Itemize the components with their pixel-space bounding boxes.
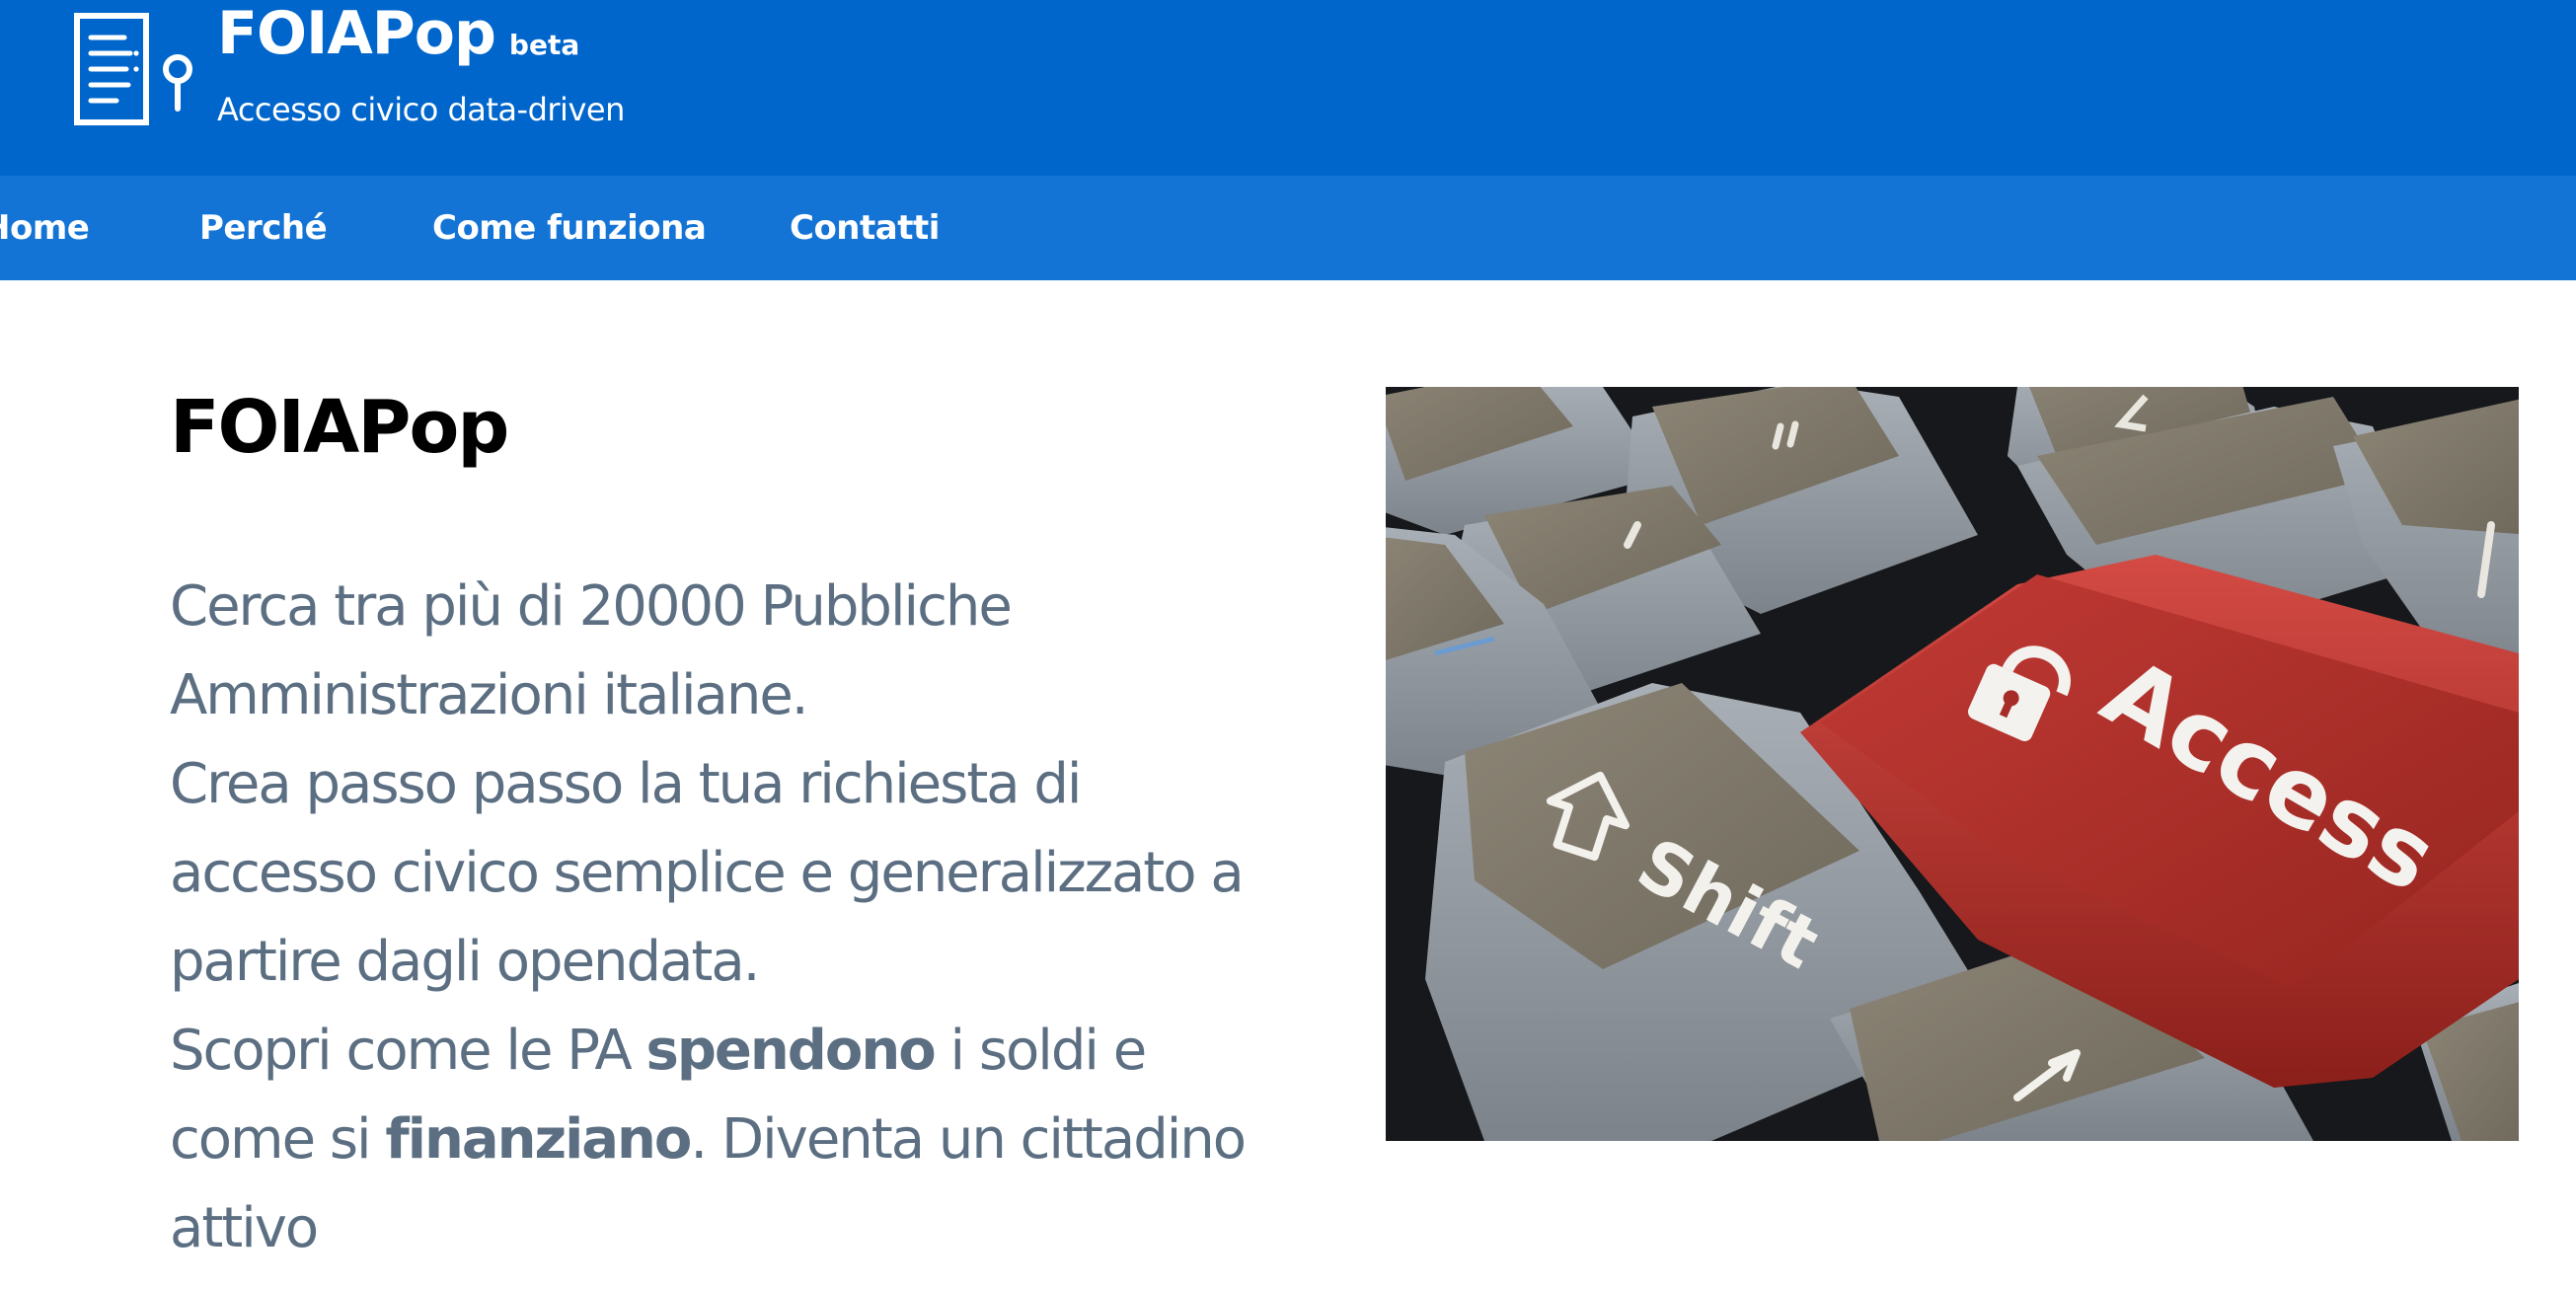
main-nav: Home Perché Come funziona Contatti <box>0 176 2576 280</box>
nav-item-home[interactable]: Home <box>0 176 90 280</box>
brand-name[interactable]: FOIAPop <box>217 4 496 63</box>
page-title: FOIAPop <box>170 385 509 470</box>
nav-item-come-funziona[interactable]: Come funziona <box>432 176 707 280</box>
brand-tagline: Accesso civico data-driven <box>217 91 625 128</box>
keyboard-illustration: Shift Access <box>1386 387 2519 1141</box>
document-search-icon[interactable] <box>69 10 201 128</box>
intro-paragraph-request: Crea passo passo la tua richiesta di acc… <box>170 752 1245 994</box>
beta-badge: beta <box>508 28 580 61</box>
nav-item-contatti[interactable]: Contatti <box>790 176 940 280</box>
intro-paragraph-search: Cerca tra più di 20000 Pubbliche Amminis… <box>170 574 1013 727</box>
emphasis-finanziano: finanziano <box>385 1107 692 1172</box>
hero-image: Shift Access <box>1386 387 2519 1141</box>
intro-text: Cerca tra più di 20000 Pubbliche Amminis… <box>170 563 1285 1273</box>
intro-paragraph-discover: Scopri come le PA spendono i soldi e com… <box>170 1007 1285 1273</box>
intro-text-start: Scopri come le PA <box>170 1019 646 1083</box>
brand-title: FOIAPop beta <box>217 0 580 63</box>
emphasis-spendono: spendono <box>645 1019 937 1083</box>
nav-item-perche[interactable]: Perché <box>199 176 328 280</box>
site-header: FOIAPop beta Accesso civico data-driven <box>0 0 2576 176</box>
